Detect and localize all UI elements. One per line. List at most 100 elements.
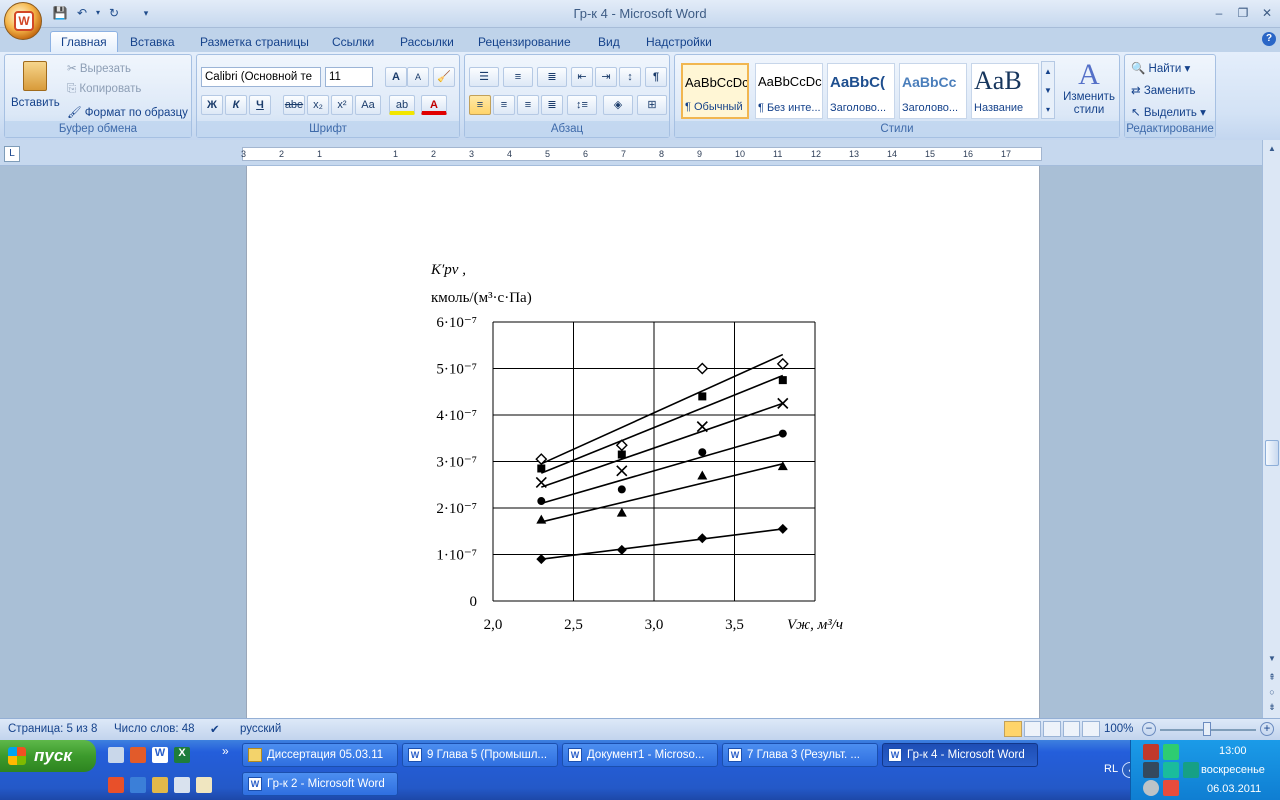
shrink-font-button[interactable]: A [407,67,429,87]
font-name-combo[interactable]: Calibri (Основной те [201,67,321,87]
document-page[interactable]: K′pv , кмоль/(м³·с·Па) 0 1·10⁻⁷ 2·10⁻⁷ 3·10⁻⁷… [246,166,1040,718]
paste-button[interactable]: Вставить [11,59,60,115]
align-left-icon[interactable]: ≡ [469,95,491,115]
quicklaunch-icon-7[interactable] [152,777,168,793]
change-styles-button[interactable]: A Изменить стили [1061,59,1117,119]
browse-object-icon[interactable]: ○ [1265,685,1279,699]
numbering-icon[interactable]: ≡ [503,67,533,87]
tab-home[interactable]: Главная [50,31,118,52]
increase-indent-icon[interactable]: ⇥ [595,67,617,87]
tab-references[interactable]: Ссылки [322,32,384,52]
full-screen-icon[interactable] [1023,721,1042,737]
vertical-scrollbar[interactable]: ▲ ▼ ⇞ ○ ⇟ [1262,140,1280,718]
underline-button[interactable]: Ч [249,95,271,115]
quicklaunch-icon-8[interactable] [174,777,190,793]
format-painter-button[interactable]: 🖌 Формат по образцу [67,105,188,119]
office-button[interactable]: W [4,2,42,40]
strikethrough-button[interactable]: abe [283,95,305,115]
quicklaunch-word-icon[interactable]: W [152,747,168,763]
zoom-out-icon[interactable]: − [1142,722,1156,736]
change-case-button[interactable]: Aa [355,95,381,115]
tab-insert[interactable]: Вставка [120,32,185,52]
style-heading2[interactable]: AaBbCc Заголово... [899,63,967,119]
quicklaunch-doc-icon[interactable] [108,747,124,763]
taskbar-button-folder[interactable]: Диссертация 05.03.11 [242,743,398,767]
scroll-down-icon[interactable]: ▼ [1265,652,1279,666]
sort-icon[interactable]: ↕ [619,67,641,87]
bold-button[interactable]: Ж [201,95,223,115]
find-button[interactable]: 🔍 Найти ▾ [1131,61,1190,75]
style-heading1[interactable]: AaBbC( Заголово... [827,63,895,119]
highlight-icon[interactable]: ab [389,95,415,115]
styles-scroll[interactable]: ▲ ▼ ▾ [1041,61,1055,119]
taskbar-button-doc[interactable]: W 7 Глава 3 (Результ. ... [722,743,878,767]
zoom-thumb[interactable] [1203,722,1211,736]
word-count[interactable]: Число слов: 48 [114,723,195,735]
font-color-icon[interactable]: A [421,95,447,115]
align-center-icon[interactable]: ≡ [493,95,515,115]
quicklaunch-icon-5[interactable] [108,777,124,793]
subscript-button[interactable]: x₂ [307,95,329,115]
outline-icon[interactable] [1062,721,1081,737]
clear-format-button[interactable]: 🧹 [433,67,455,87]
scroll-thumb[interactable] [1265,440,1279,466]
zoom-level[interactable]: 100% [1104,723,1133,735]
minimize-button[interactable]: – [1208,4,1230,22]
print-layout-icon[interactable] [1004,721,1022,737]
taskbar-button-doc[interactable]: W 9 Глава 5 (Промышл... [402,743,558,767]
tray-icon-6[interactable] [1143,780,1159,796]
taskbar-button-doc[interactable]: W Гр-к 2 - Microsoft Word [242,772,398,796]
tab-page-layout[interactable]: Разметка страницы [190,32,319,52]
language[interactable]: русский [240,723,281,735]
show-marks-icon[interactable]: ¶ [645,67,667,87]
quicklaunch-icon-6[interactable] [130,777,146,793]
multilevel-list-icon[interactable]: ≣ [537,67,567,87]
quicklaunch-excel-icon[interactable]: X [174,747,190,763]
decrease-indent-icon[interactable]: ⇤ [571,67,593,87]
tray-icon-7[interactable] [1163,780,1179,796]
restore-button[interactable]: ❐ [1232,4,1254,22]
taskbar-button-doc[interactable]: W Документ1 - Microso... [562,743,718,767]
tab-view[interactable]: Вид [588,32,630,52]
grow-font-button[interactable]: A [385,67,407,87]
taskbar-button-active[interactable]: W Гр-к 4 - Microsoft Word [882,743,1038,767]
shading-icon[interactable]: ◈ [603,95,633,115]
quicklaunch-app-icon[interactable] [130,747,146,763]
tray-icon-5[interactable] [1183,762,1199,778]
tray-icon-3[interactable] [1143,762,1159,778]
style-no-spacing[interactable]: AaBbCcDc ¶ Без инте... [755,63,823,119]
tray-icon-4[interactable] [1163,762,1179,778]
style-title[interactable]: AaB Название [971,63,1039,119]
help-icon[interactable]: ? [1262,32,1276,46]
style-normal[interactable]: AaBbCcDc ¶ Обычный [681,63,749,119]
tab-review[interactable]: Рецензирование [468,32,581,52]
borders-icon[interactable]: ⊞ [637,95,667,115]
font-size-combo[interactable]: 11 [325,67,373,87]
language-indicator[interactable]: RL [1104,763,1118,775]
cut-button[interactable]: ✂ Вырезать [67,61,131,75]
close-button[interactable]: ✕ [1256,4,1278,22]
zoom-in-icon[interactable]: + [1260,722,1274,736]
bullets-icon[interactable]: ☰ [469,67,499,87]
replace-button[interactable]: ⇄ Заменить [1131,83,1196,97]
tab-selector-icon[interactable]: L [4,146,20,162]
scroll-up-icon[interactable]: ▲ [1265,142,1279,156]
tab-mailings[interactable]: Рассылки [390,32,464,52]
justify-icon[interactable]: ≣ [541,95,563,115]
italic-button[interactable]: К [225,95,247,115]
next-page-icon[interactable]: ⇟ [1265,700,1279,714]
tab-addins[interactable]: Надстройки [636,32,722,52]
tray-icon-1[interactable] [1143,744,1159,760]
start-button[interactable]: пуск [0,740,96,772]
copy-button[interactable]: ⎘ Копировать [67,83,141,96]
select-button[interactable]: ↖ Выделить ▾ [1131,105,1206,119]
line-spacing-icon[interactable]: ↕≡ [567,95,597,115]
clock-time[interactable]: 13:00 [1219,745,1247,757]
superscript-button[interactable]: x² [331,95,353,115]
align-right-icon[interactable]: ≡ [517,95,539,115]
prev-page-icon[interactable]: ⇞ [1265,670,1279,684]
tray-icon-2[interactable] [1163,744,1179,760]
web-layout-icon[interactable] [1043,721,1061,737]
quicklaunch-more-icon[interactable]: » [222,744,229,758]
quicklaunch-icon-9[interactable] [196,777,212,793]
